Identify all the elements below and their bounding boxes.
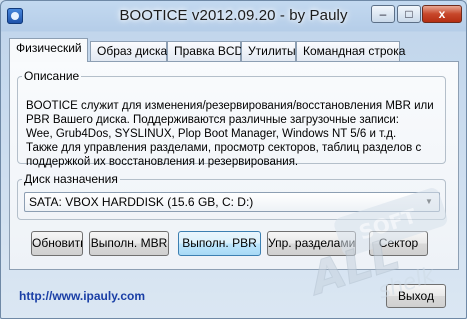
parts-manage-button[interactable]: Упр. разделами [267,231,356,256]
target-disk-legend: Диск назначения [24,172,118,186]
tab-bcd-edit[interactable]: Правка BCD [167,41,243,61]
tab-command-line[interactable]: Командная строка [296,41,405,61]
description-group: Описание BOOTICE служит для изменения/ре… [17,69,446,168]
exit-button[interactable]: Выход [386,284,446,308]
minimize-button[interactable]: – [371,5,395,23]
refresh-button[interactable]: Обновить [31,231,83,256]
process-mbr-button[interactable]: Выполн. MBR [89,231,169,256]
tab-physical[interactable]: Физический [9,38,88,62]
tab-utilities[interactable]: Утилиты [241,41,296,61]
description-text: BOOTICE служит для изменения/резервирова… [26,100,434,168]
target-disk-select[interactable]: SATA: VBOX HARDDISK (15.6 GB, C: D:) ▼ [24,192,440,212]
chevron-down-icon[interactable]: ▼ [422,194,436,210]
sector-button[interactable]: Сектор [369,231,428,256]
website-link[interactable]: http://www.ipauly.com [19,289,145,303]
target-disk-value: SATA: VBOX HARDDISK (15.6 GB, C: D:) [29,195,254,209]
app-window: BOOTICE v2012.09.20 - by Pauly – □ x Физ… [0,0,467,319]
title-bar[interactable]: BOOTICE v2012.09.20 - by Pauly – □ x [1,1,466,31]
process-pbr-button[interactable]: Выполн. PBR [178,231,261,256]
description-legend: Описание [24,69,80,83]
close-button[interactable]: x [422,5,462,23]
maximize-button[interactable]: □ [397,5,421,23]
tab-disk-image[interactable]: Образ диска [90,41,167,61]
